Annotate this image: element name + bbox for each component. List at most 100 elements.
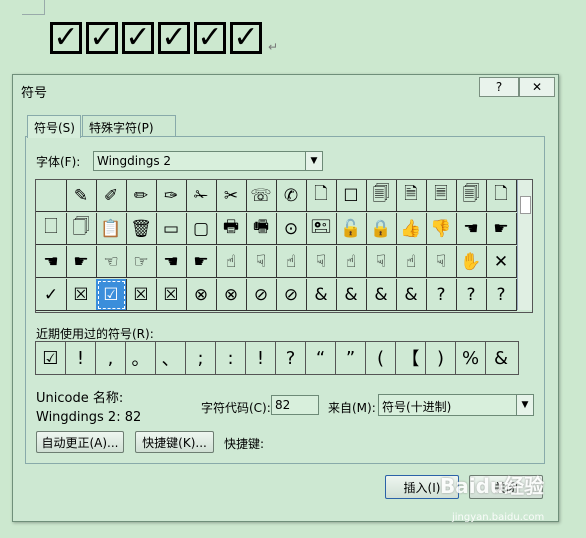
- tab-special-characters[interactable]: 特殊字符(P): [82, 115, 176, 137]
- symbol-cell[interactable]: ☟: [366, 246, 397, 278]
- chevron-down-icon[interactable]: ▼: [305, 152, 322, 170]
- symbol-cell[interactable]: ✐: [96, 180, 127, 212]
- symbol-cell[interactable]: ?: [486, 279, 517, 311]
- symbol-cell[interactable]: &: [396, 279, 427, 311]
- symbol-cell[interactable]: ⊗: [216, 279, 247, 311]
- unicode-name-value: Wingdings 2: 82: [36, 410, 142, 425]
- symbol-cell[interactable]: 🖷: [246, 213, 277, 245]
- symbol-cell[interactable]: 📋: [96, 213, 127, 245]
- symbol-cell[interactable]: ⊗: [186, 279, 217, 311]
- symbol-cell[interactable]: ☛: [486, 213, 517, 245]
- symbol-cell[interactable]: ☞: [126, 246, 157, 278]
- symbol-cell[interactable]: ☟: [306, 246, 337, 278]
- symbol-cell[interactable]: 🗏: [426, 180, 457, 212]
- symbol-cell[interactable]: 🗐: [456, 180, 487, 212]
- symbol-cell[interactable]: 🗋: [306, 180, 337, 212]
- symbol-cell[interactable]: 🖶: [216, 213, 247, 245]
- recent-symbol-cell[interactable]: ): [426, 342, 456, 374]
- symbol-cell[interactable]: ⊘: [246, 279, 277, 311]
- symbol-cell[interactable]: ✎: [66, 180, 97, 212]
- symbol-cell[interactable]: ✕: [486, 246, 517, 278]
- tab-symbols[interactable]: 符号(S): [27, 115, 81, 138]
- symbols-panel: 字体(F): Wingdings 2 ▼ ✎ ✐ ✏ ✑ ✁ ✂ ☏ ✆ 🗋 ☐ 🗐 🗎 🗏 🗐 🗋 🗌 🗍 📋 🗑…: [25, 136, 545, 464]
- autocorrect-button[interactable]: 自动更正(A)...: [36, 431, 124, 453]
- symbol-cell[interactable]: ▭: [156, 213, 187, 245]
- symbol-cell[interactable]: &: [306, 279, 337, 311]
- symbol-cell[interactable]: ☛: [186, 246, 217, 278]
- symbol-cell[interactable]: ⊙: [276, 213, 307, 245]
- symbol-cell[interactable]: ?: [426, 279, 457, 311]
- symbol-cell[interactable]: ?: [456, 279, 487, 311]
- symbol-cell[interactable]: ☝: [216, 246, 247, 278]
- symbol-cell[interactable]: 🗌: [36, 213, 67, 245]
- symbol-cell[interactable]: 🗋: [486, 180, 517, 212]
- symbol-cell[interactable]: ☟: [246, 246, 277, 278]
- recent-symbols-row: ☑!,。、;:!? “”(【)% &: [35, 341, 519, 375]
- chevron-down-icon[interactable]: ▼: [516, 395, 533, 415]
- unicode-name-label: Unicode 名称:: [36, 391, 124, 406]
- symbol-cell[interactable]: ✋: [456, 246, 487, 278]
- symbol-cell[interactable]: ☐: [336, 180, 367, 212]
- char-code-input[interactable]: 82: [271, 395, 319, 415]
- recent-symbol-cell[interactable]: ,: [96, 342, 126, 374]
- symbol-cell[interactable]: ☝: [276, 246, 307, 278]
- symbol-cell[interactable]: &: [366, 279, 397, 311]
- symbol-cell[interactable]: ☝: [396, 246, 427, 278]
- recent-symbol-cell[interactable]: ☑: [36, 342, 66, 374]
- symbol-cell[interactable]: ⊘: [276, 279, 307, 311]
- symbol-cell[interactable]: ☒: [126, 279, 157, 311]
- recent-symbol-cell[interactable]: :: [216, 342, 246, 374]
- symbol-cell[interactable]: 🔒: [366, 213, 397, 245]
- symbol-grid-scrollbar[interactable]: [517, 180, 532, 310]
- symbol-cell[interactable]: 🗑: [126, 213, 157, 245]
- scrollbar-thumb[interactable]: [520, 196, 531, 214]
- symbol-cell[interactable]: ☛: [66, 246, 97, 278]
- recent-symbol-cell[interactable]: 、: [156, 342, 186, 374]
- symbol-cell[interactable]: ✏: [126, 180, 157, 212]
- dialog-titlebar[interactable]: 符号 ? ✕: [13, 75, 558, 103]
- symbol-cell[interactable]: ☚: [156, 246, 187, 278]
- recent-symbol-cell[interactable]: (: [366, 342, 396, 374]
- symbol-cell[interactable]: ☒: [156, 279, 187, 311]
- symbol-cell[interactable]: ▢: [186, 213, 217, 245]
- symbol-cell[interactable]: ✁: [186, 180, 217, 212]
- page-corner-mark: [22, 0, 45, 15]
- symbol-cell[interactable]: ✑: [156, 180, 187, 212]
- recent-symbol-cell[interactable]: &: [486, 342, 516, 374]
- symbol-cell[interactable]: ☚: [456, 213, 487, 245]
- font-select[interactable]: Wingdings 2 ▼: [93, 151, 323, 171]
- from-label: 来自(M):: [328, 401, 376, 415]
- symbol-cell[interactable]: ✓: [36, 279, 67, 311]
- symbol-cell[interactable]: 🔓: [336, 213, 367, 245]
- symbol-cell[interactable]: 🖭: [306, 213, 337, 245]
- recent-symbol-cell[interactable]: !: [246, 342, 276, 374]
- symbol-cell[interactable]: 🗐: [366, 180, 397, 212]
- symbol-cell[interactable]: 🗎: [396, 180, 427, 212]
- symbol-cell[interactable]: ☝: [336, 246, 367, 278]
- close-icon[interactable]: ✕: [519, 77, 555, 97]
- help-button[interactable]: ?: [479, 77, 519, 97]
- symbol-cell[interactable]: 🗍: [66, 213, 97, 245]
- symbol-cell[interactable]: ☒: [66, 279, 97, 311]
- symbol-cell[interactable]: ☚: [36, 246, 67, 278]
- symbol-cell[interactable]: 👎: [426, 213, 457, 245]
- symbol-cell[interactable]: [36, 180, 67, 212]
- recent-symbol-cell[interactable]: %: [456, 342, 486, 374]
- from-select[interactable]: 符号(十进制) ▼: [378, 394, 534, 416]
- symbol-cell[interactable]: ☜: [96, 246, 127, 278]
- recent-symbol-cell[interactable]: ?: [276, 342, 306, 374]
- recent-symbol-cell[interactable]: !: [66, 342, 96, 374]
- shortcut-key-button[interactable]: 快捷键(K)...: [135, 431, 214, 453]
- symbol-cell[interactable]: ☏: [246, 180, 277, 212]
- symbol-cell[interactable]: 👍: [396, 213, 427, 245]
- symbol-cell[interactable]: ☟: [426, 246, 457, 278]
- recent-symbol-cell[interactable]: ”: [336, 342, 366, 374]
- recent-symbol-cell[interactable]: “: [306, 342, 336, 374]
- symbol-cell[interactable]: ☑: [96, 279, 127, 311]
- recent-symbol-cell[interactable]: ;: [186, 342, 216, 374]
- recent-symbol-cell[interactable]: 【: [396, 342, 426, 374]
- recent-symbol-cell[interactable]: 。: [126, 342, 156, 374]
- symbol-cell[interactable]: ✂: [216, 180, 247, 212]
- symbol-cell[interactable]: ✆: [276, 180, 307, 212]
- symbol-cell[interactable]: &: [336, 279, 367, 311]
